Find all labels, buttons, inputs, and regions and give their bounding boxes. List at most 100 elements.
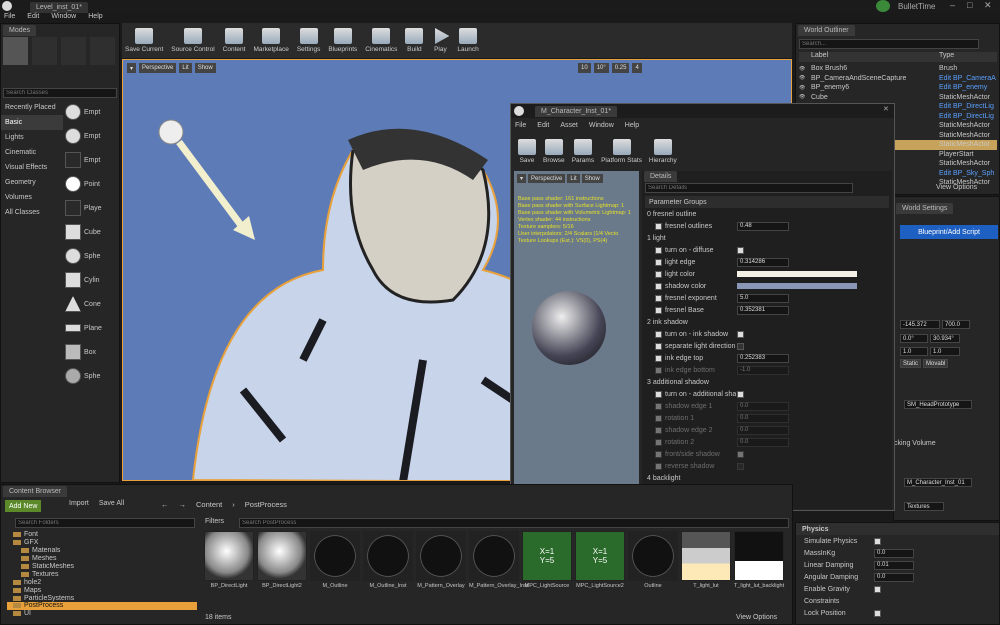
outliner-type[interactable]: Brush bbox=[939, 65, 957, 72]
browse-button[interactable]: Browse bbox=[540, 134, 568, 166]
param-row[interactable]: turn on - additional sha bbox=[645, 388, 889, 400]
asset-tile[interactable]: M_Pattern_Overlay_Inst bbox=[469, 531, 528, 590]
back-icon[interactable]: ← bbox=[161, 500, 169, 509]
list-item[interactable]: Plane bbox=[65, 316, 119, 340]
eye-icon[interactable]: 👁 bbox=[799, 75, 811, 81]
breadcrumb-content[interactable]: Content bbox=[196, 500, 222, 509]
close-icon[interactable]: ✕ bbox=[984, 0, 992, 11]
preview-show-button[interactable]: Show bbox=[581, 174, 603, 183]
outliner-type[interactable]: StaticMeshActor bbox=[939, 94, 990, 101]
menu-asset[interactable]: Asset bbox=[560, 122, 578, 129]
save-current-button[interactable]: Save Current bbox=[122, 23, 166, 55]
outliner-search-input[interactable] bbox=[799, 39, 979, 49]
menu-help[interactable]: Help bbox=[625, 122, 639, 129]
location-y[interactable]: 700.0 bbox=[942, 320, 970, 329]
mobility-static[interactable]: Static bbox=[900, 359, 922, 368]
param-value[interactable]: 0.252383 bbox=[737, 353, 789, 363]
breadcrumb-postprocess[interactable]: PostProcess bbox=[245, 500, 287, 509]
save-all-button[interactable]: Save All bbox=[99, 500, 124, 507]
category-basic[interactable]: Basic bbox=[1, 115, 63, 130]
list-item[interactable]: Empt bbox=[65, 124, 119, 148]
param-row[interactable]: separate light direction bbox=[645, 340, 889, 352]
param-bool-checkbox[interactable] bbox=[737, 462, 744, 470]
physics-header[interactable]: Physics bbox=[796, 523, 999, 535]
marketplace-button[interactable]: Marketplace bbox=[250, 23, 291, 55]
list-item[interactable]: Sphe bbox=[65, 364, 119, 388]
category-cinematic[interactable]: Cinematic bbox=[1, 145, 63, 160]
category-volumes[interactable]: Volumes bbox=[1, 190, 63, 205]
folder-item[interactable]: UI bbox=[7, 610, 197, 618]
folder-item[interactable]: Maps bbox=[7, 586, 197, 594]
override-checkbox[interactable] bbox=[655, 450, 662, 458]
param-value[interactable]: 0.0 bbox=[737, 437, 789, 447]
override-checkbox[interactable] bbox=[655, 246, 662, 254]
folder-item[interactable]: ParticleSystems bbox=[7, 594, 197, 602]
outliner-view-options[interactable]: View Options bbox=[936, 184, 977, 191]
outliner-type[interactable]: Edit BP_enemy bbox=[939, 84, 987, 91]
folder-item[interactable]: Textures bbox=[7, 570, 197, 578]
asset-tile[interactable]: Outline bbox=[628, 531, 678, 590]
param-value[interactable]: 0.48 bbox=[737, 221, 789, 231]
search-postprocess-input[interactable] bbox=[239, 518, 789, 528]
content-browser-tab[interactable]: Content Browser bbox=[3, 486, 68, 497]
details-tab[interactable]: Details bbox=[644, 171, 678, 182]
folder-item[interactable]: hole2 bbox=[7, 578, 197, 586]
place-mode-icon[interactable] bbox=[3, 37, 28, 65]
param-value[interactable]: 5.0 bbox=[737, 293, 789, 303]
override-checkbox[interactable] bbox=[655, 462, 662, 470]
material-tab[interactable]: M_Character_Inst_01* bbox=[535, 106, 618, 117]
outliner-tab[interactable]: World Outliner bbox=[798, 25, 855, 36]
search-details-input[interactable] bbox=[645, 183, 853, 193]
preview-perspective-button[interactable]: Perspective bbox=[528, 174, 566, 183]
rotation-x[interactable]: 0.0° bbox=[900, 334, 928, 343]
play-button[interactable]: Play bbox=[428, 23, 452, 55]
param-row[interactable]: turn on - ink shadow bbox=[645, 328, 889, 340]
override-checkbox[interactable] bbox=[655, 306, 662, 314]
material-preview[interactable]: ▾ Perspective Lit Show Base pass shader:… bbox=[514, 171, 639, 508]
category-all[interactable]: All Classes bbox=[1, 205, 63, 220]
outliner-type[interactable]: StaticMeshActor bbox=[939, 141, 990, 148]
list-item[interactable]: Box bbox=[65, 340, 119, 364]
param-row[interactable]: shadow edge 1 0.0 bbox=[645, 400, 889, 412]
asset-tile[interactable]: T_light_lut bbox=[681, 531, 731, 590]
param-bool-checkbox[interactable] bbox=[737, 450, 744, 458]
physics-value[interactable]: 0.01 bbox=[874, 560, 914, 570]
level-tab[interactable]: Level_inst_01* bbox=[30, 2, 88, 13]
override-checkbox[interactable] bbox=[655, 426, 662, 434]
param-group-header[interactable]: 1 light bbox=[645, 232, 889, 244]
asset-tile[interactable]: BP_DirectLight bbox=[204, 531, 254, 590]
folder-item[interactable]: GFX bbox=[7, 539, 197, 547]
save-button[interactable]: Save bbox=[515, 134, 539, 166]
param-row[interactable]: ink edge bottom -1.0 bbox=[645, 364, 889, 376]
filters-button[interactable]: Filters bbox=[205, 518, 224, 525]
override-checkbox[interactable] bbox=[655, 282, 662, 290]
params-button[interactable]: Params bbox=[569, 134, 597, 166]
param-row[interactable]: ink edge top 0.252383 bbox=[645, 352, 889, 364]
hierarchy-button[interactable]: Hierarchy bbox=[646, 134, 680, 166]
override-checkbox[interactable] bbox=[655, 390, 662, 398]
static-mesh-field[interactable]: SM_HeadPrototype bbox=[904, 400, 972, 409]
content-button[interactable]: Content bbox=[220, 23, 249, 55]
override-checkbox[interactable] bbox=[655, 342, 662, 350]
asset-tile[interactable]: BP_DirectLight2 bbox=[257, 531, 307, 590]
close-icon[interactable]: ✕ bbox=[883, 105, 889, 113]
param-row[interactable]: shadow color bbox=[645, 280, 889, 292]
override-checkbox[interactable] bbox=[655, 222, 662, 230]
param-row[interactable]: fresnel outlines 0.48 bbox=[645, 220, 889, 232]
foliage-mode-icon[interactable] bbox=[90, 37, 115, 65]
list-item[interactable]: Empt bbox=[65, 100, 119, 124]
param-group-header[interactable]: 4 backlight bbox=[645, 472, 889, 484]
blueprints-button[interactable]: Blueprints bbox=[325, 23, 360, 55]
menu-edit[interactable]: Edit bbox=[537, 122, 549, 129]
param-value[interactable]: 0.352381 bbox=[737, 305, 789, 315]
table-row[interactable]: 👁 Cube StaticMeshActor bbox=[799, 93, 997, 103]
landscape-mode-icon[interactable] bbox=[61, 37, 86, 65]
rotation-y[interactable]: 30.934° bbox=[930, 334, 960, 343]
param-row[interactable]: fresnel Base 0.352381 bbox=[645, 304, 889, 316]
param-row[interactable]: rotation 2 0.0 bbox=[645, 436, 889, 448]
override-checkbox[interactable] bbox=[655, 438, 662, 446]
search-classes-input[interactable] bbox=[3, 88, 117, 98]
minimize-icon[interactable]: – bbox=[950, 0, 955, 10]
outliner-type[interactable]: PlayerStart bbox=[939, 151, 974, 158]
asset-tile[interactable]: X=1 Y=5 MPC_LightSource2 bbox=[575, 531, 625, 590]
